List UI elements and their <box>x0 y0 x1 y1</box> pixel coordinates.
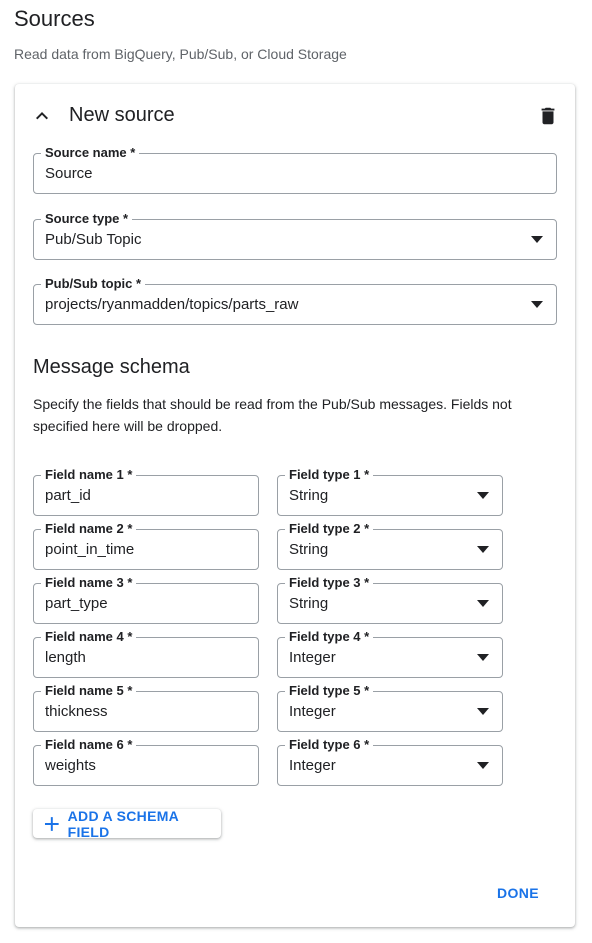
arrow-drop-down-icon <box>531 301 543 308</box>
source-name-label: Source name * <box>41 145 140 161</box>
field-type-label: Field type 6 * <box>285 737 374 753</box>
field-type-value: Integer <box>289 703 336 720</box>
message-schema-description: Specify the fields that should be read f… <box>33 396 512 434</box>
field-name-4[interactable]: Field name 4 * length <box>33 629 259 678</box>
field-type-label: Field type 3 * <box>285 575 374 591</box>
pubsub-topic-value: projects/ryanmadden/topics/parts_raw <box>45 296 299 313</box>
arrow-drop-down-icon <box>477 546 489 553</box>
source-name-field[interactable]: Source name * Source <box>33 145 557 194</box>
collapse-button[interactable] <box>30 104 54 128</box>
field-type-label: Field type 4 * <box>285 629 374 645</box>
arrow-drop-down-icon <box>477 762 489 769</box>
arrow-drop-down-icon <box>477 600 489 607</box>
pubsub-topic-select[interactable]: Pub/Sub topic * projects/ryanmadden/topi… <box>33 276 557 325</box>
arrow-drop-down-icon <box>477 492 489 499</box>
field-name-value: length <box>45 649 86 666</box>
field-name-6[interactable]: Field name 6 * weights <box>33 737 259 786</box>
source-type-label: Source type * <box>41 211 133 227</box>
source-type-select[interactable]: Source type * Pub/Sub Topic <box>33 211 557 260</box>
page-subtitle: Read data from BigQuery, Pub/Sub, or Clo… <box>14 46 347 62</box>
field-type-value: String <box>289 541 329 558</box>
field-type-label: Field type 1 * <box>285 467 374 483</box>
trash-icon <box>541 107 555 125</box>
field-type-value: Integer <box>289 649 336 666</box>
add-schema-field-button[interactable]: ADD A SCHEMA FIELD <box>33 807 221 840</box>
arrow-drop-down-icon <box>531 236 543 243</box>
message-schema-title: Message schema <box>33 356 190 378</box>
field-name-label: Field name 4 * <box>41 629 137 645</box>
field-name-2[interactable]: Field name 2 * point_in_time <box>33 521 259 570</box>
field-type-label: Field type 2 * <box>285 521 374 537</box>
field-name-1[interactable]: Field name 1 * part_id <box>33 467 259 516</box>
field-name-value: point_in_time <box>45 541 135 558</box>
field-type-5[interactable]: Field type 5 * Integer <box>277 683 503 732</box>
pubsub-topic-label: Pub/Sub topic * <box>41 276 146 292</box>
source-type-value: Pub/Sub Topic <box>45 231 142 248</box>
field-name-label: Field name 1 * <box>41 467 137 483</box>
field-type-3[interactable]: Field type 3 * String <box>277 575 503 624</box>
field-name-label: Field name 3 * <box>41 575 137 591</box>
field-name-5[interactable]: Field name 5 * thickness <box>33 683 259 732</box>
field-name-value: weights <box>45 757 96 774</box>
field-type-1[interactable]: Field type 1 * String <box>277 467 503 516</box>
field-name-label: Field name 5 * <box>41 683 137 699</box>
card-title: New source <box>69 104 175 126</box>
field-type-4[interactable]: Field type 4 * Integer <box>277 629 503 678</box>
field-type-label: Field type 5 * <box>285 683 374 699</box>
field-name-label: Field name 6 * <box>41 737 137 753</box>
plus-icon <box>44 816 59 831</box>
field-type-6[interactable]: Field type 6 * Integer <box>277 737 503 786</box>
done-button[interactable]: DONE <box>489 881 547 905</box>
field-name-3[interactable]: Field name 3 * part_type <box>33 575 259 624</box>
page-title: Sources <box>14 6 95 31</box>
field-name-value: part_id <box>45 487 91 504</box>
field-type-value: Integer <box>289 757 336 774</box>
delete-button[interactable] <box>537 105 559 127</box>
source-name-value: Source <box>45 165 93 182</box>
field-type-2[interactable]: Field type 2 * String <box>277 521 503 570</box>
field-name-value: part_type <box>45 595 108 612</box>
field-type-value: String <box>289 487 329 504</box>
field-name-label: Field name 2 * <box>41 521 137 537</box>
field-type-value: String <box>289 595 329 612</box>
chevron-up-icon <box>36 112 48 120</box>
field-name-value: thickness <box>45 703 108 720</box>
arrow-drop-down-icon <box>477 654 489 661</box>
add-schema-field-label: ADD A SCHEMA FIELD <box>67 807 179 840</box>
arrow-drop-down-icon <box>477 708 489 715</box>
new-source-card: New source Source name * Source Source t… <box>15 84 575 927</box>
